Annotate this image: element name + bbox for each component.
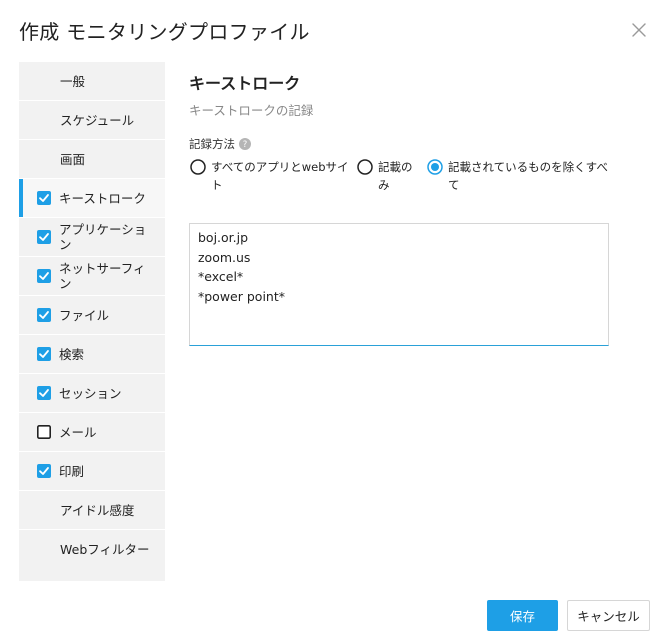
checkbox-unchecked-icon[interactable] xyxy=(37,425,51,439)
dialog-title: 作成 モニタリングプロファイル xyxy=(19,20,310,44)
sidebar-item-web-filter[interactable]: Webフィルター xyxy=(19,530,165,569)
sidebar-item-label: アプリケーション xyxy=(59,222,147,252)
sidebar-item-general[interactable]: 一般 xyxy=(19,62,165,101)
save-button[interactable]: 保存 xyxy=(487,600,558,631)
sidebar-item-label: 印刷 xyxy=(59,463,85,479)
recording-method-text: 記録方法 xyxy=(189,137,235,151)
sidebar-item-web-surfing[interactable]: ネットサーフィン xyxy=(19,257,165,296)
sidebar-item-search[interactable]: 検索 xyxy=(19,335,165,374)
radio-label: 記載のみ xyxy=(378,160,413,192)
keyword-list-textarea[interactable]: boj.or.jp zoom.us *excel* *power point* xyxy=(189,223,609,346)
checkbox-checked-icon[interactable] xyxy=(37,269,51,283)
sidebar-item-label: ネットサーフィン xyxy=(59,261,146,291)
sidebar-item-label: Webフィルター xyxy=(60,542,150,557)
section-subtitle: キーストロークの記録 xyxy=(189,103,314,118)
sidebar-item-session[interactable]: セッション xyxy=(19,374,165,413)
sidebar-item-print[interactable]: 印刷 xyxy=(19,452,165,491)
sidebar-item-label: スケジュール xyxy=(60,112,135,128)
radio-listed-only[interactable]: 記載のみ xyxy=(357,159,418,194)
radio-unselected-icon[interactable] xyxy=(190,159,206,175)
sidebar-item-keystroke[interactable]: キーストローク xyxy=(19,179,165,218)
sidebar-item-label: セッション xyxy=(59,385,122,401)
svg-text:?: ? xyxy=(243,140,248,150)
sidebar-item-mail[interactable]: メール xyxy=(19,413,165,452)
sidebar-item-label: アイドル感度 xyxy=(60,502,135,518)
radio-label: 記載されているものを除くすべて xyxy=(448,160,608,192)
sidebar-item-label: 一般 xyxy=(60,73,86,89)
sidebar-item-idle-sensitivity[interactable]: アイドル感度 xyxy=(19,491,165,530)
recording-method-label: 記録方法 ? xyxy=(189,136,251,152)
checkbox-checked-icon[interactable] xyxy=(37,230,51,244)
help-icon[interactable]: ? xyxy=(239,138,251,150)
checkbox-checked-icon[interactable] xyxy=(37,308,51,322)
radio-selected-icon[interactable] xyxy=(427,159,443,175)
radio-all-except-listed[interactable]: 記載されているものを除くすべて xyxy=(427,159,608,194)
sidebar-item-label: ファイル xyxy=(59,307,110,323)
sidebar-item-label: キーストローク xyxy=(59,190,146,206)
sidebar-item-application[interactable]: アプリケーション xyxy=(19,218,165,257)
checkbox-checked-icon[interactable] xyxy=(37,386,51,400)
checkbox-checked-icon[interactable] xyxy=(37,464,51,478)
sidebar-item-label: 検索 xyxy=(59,346,85,362)
sidebar-item-screen[interactable]: 画面 xyxy=(19,140,165,179)
sidebar-item-schedule[interactable]: スケジュール xyxy=(19,101,165,140)
radio-unselected-icon[interactable] xyxy=(357,159,373,175)
checkbox-checked-icon[interactable] xyxy=(37,191,51,205)
radio-all-apps-websites[interactable]: すべてのアプリとwebサイト xyxy=(190,159,351,194)
sidebar-item-file[interactable]: ファイル xyxy=(19,296,165,335)
sidebar-item-label: 画面 xyxy=(60,151,86,167)
checkbox-checked-icon[interactable] xyxy=(37,347,51,361)
close-button[interactable] xyxy=(629,20,649,40)
close-icon xyxy=(632,23,646,37)
sidebar-nav: 一般 スケジュール 画面 キーストローク アプリケーション ネットサーフィン フ… xyxy=(19,62,165,581)
sidebar-item-label: メール xyxy=(59,424,97,440)
section-title: キーストローク xyxy=(189,74,301,93)
cancel-button[interactable]: キャンセル xyxy=(567,600,650,631)
create-monitoring-profile-dialog: 作成 モニタリングプロファイル 一般 スケジュール 画面 キーストローク アプリ… xyxy=(0,0,670,644)
radio-label: すべてのアプリとwebサイト xyxy=(211,160,349,192)
